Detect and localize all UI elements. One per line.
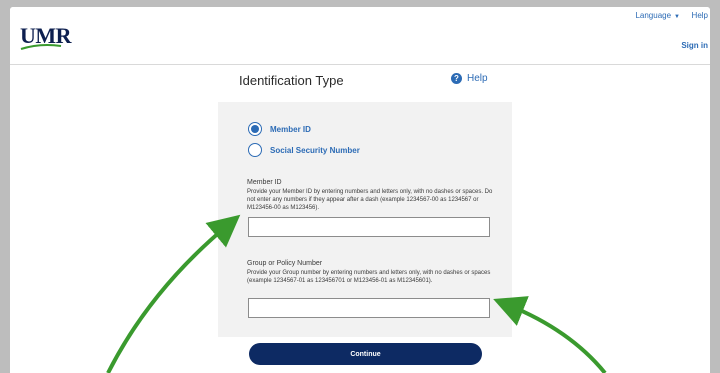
header-help-link[interactable]: Help	[692, 11, 708, 20]
help-link[interactable]: ? Help	[451, 73, 488, 84]
radio-label-ssn: Social Security Number	[270, 145, 360, 155]
page-title: Identification Type	[239, 73, 344, 88]
radio-social-security-number[interactable]: Social Security Number	[248, 143, 360, 157]
group-number-title: Group or Policy Number	[247, 260, 323, 267]
member-id-description: Provide your Member ID by entering numbe…	[247, 189, 493, 211]
identification-form-panel: Member ID Social Security Number Member …	[218, 102, 512, 337]
help-link-label: Help	[467, 73, 488, 84]
group-number-input[interactable]	[248, 298, 490, 318]
radio-selected-icon	[248, 122, 262, 136]
member-id-input[interactable]	[248, 217, 490, 237]
language-menu[interactable]: Language ▼	[635, 11, 680, 20]
member-id-title: Member ID	[247, 179, 282, 186]
chevron-down-icon: ▼	[674, 14, 680, 20]
site-header: UMR Language ▼ Help Sign in	[10, 7, 710, 65]
group-number-description: Provide your Group number by entering nu…	[247, 270, 491, 284]
language-label: Language	[635, 11, 672, 20]
question-circle-icon: ?	[451, 73, 462, 84]
browser-window: UMR Language ▼ Help Sign in Identificatio…	[10, 7, 710, 373]
continue-button[interactable]: Continue	[249, 343, 482, 365]
radio-label-member-id: Member ID	[270, 124, 311, 134]
radio-member-id[interactable]: Member ID	[248, 122, 311, 136]
logo-swoosh-icon	[20, 44, 62, 50]
radio-unselected-icon	[248, 143, 262, 157]
sign-in-link[interactable]: Sign in	[681, 41, 708, 50]
